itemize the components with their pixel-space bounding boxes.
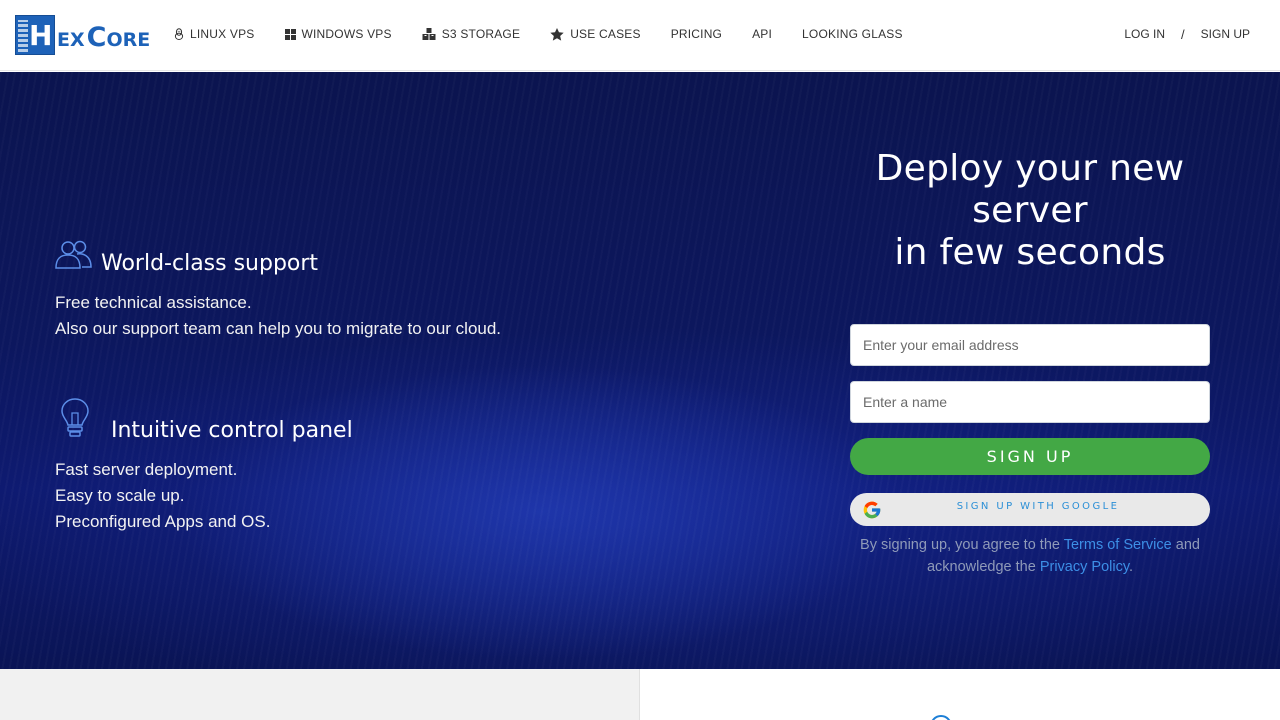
- feature-control-panel: Intuitive control panel Fast server depl…: [55, 397, 353, 535]
- logo-wordmark: EX C ORE: [57, 22, 151, 53]
- nav-label: LINUX VPS: [190, 27, 255, 41]
- users-icon: [55, 240, 93, 270]
- name-field[interactable]: [850, 381, 1210, 423]
- nav-label: API: [752, 27, 773, 41]
- terms-of-service-link[interactable]: Terms of Service: [1064, 537, 1172, 553]
- feature-title: Intuitive control panel: [111, 418, 353, 443]
- windows-icon: [284, 28, 296, 40]
- bottom-left-panel: [0, 669, 640, 720]
- feature-title: World-class support: [101, 251, 319, 276]
- nav-label: PRICING: [670, 27, 723, 41]
- logo-mark: H: [15, 15, 55, 55]
- feature-line: Free technical assistance.: [55, 293, 252, 312]
- nav-item-api[interactable]: API: [752, 27, 772, 41]
- bottom-section: [0, 669, 1280, 720]
- nav-item-use-cases[interactable]: USE CASES: [550, 27, 641, 41]
- signup-form: Deploy your new server in few seconds SI…: [850, 148, 1210, 575]
- auth-separator: /: [1181, 26, 1185, 42]
- nav-item-looking-glass[interactable]: LOOKING GLASS: [802, 27, 903, 41]
- google-signup-button[interactable]: SIGN UP WITH GOOGLE: [850, 493, 1210, 526]
- heading-line: Deploy your new: [875, 148, 1185, 189]
- heading-line: server: [972, 190, 1088, 231]
- terms-prefix: By signing up, you agree to the: [860, 537, 1060, 553]
- nav-item-windows-vps[interactable]: WINDOWS VPS: [284, 27, 392, 41]
- signup-link[interactable]: SIGN UP: [1201, 27, 1250, 41]
- google-button-label: SIGN UP WITH GOOGLE: [956, 501, 1120, 512]
- privacy-policy-link[interactable]: Privacy Policy: [1040, 559, 1129, 575]
- circle-icon: [930, 715, 952, 720]
- feature-support: World-class support Free technical assis…: [55, 240, 501, 342]
- linux-penguin-icon: [174, 28, 184, 40]
- feature-line: Easy to scale up.: [55, 486, 185, 505]
- nav-item-pricing[interactable]: PRICING: [671, 27, 722, 41]
- nav-label: LOOKING GLASS: [802, 27, 903, 41]
- storage-boxes-icon: [422, 28, 436, 40]
- main-nav: LINUX VPS WINDOWS VPS S3 STORAGE USE CAS…: [174, 0, 903, 68]
- signup-heading: Deploy your new server in few seconds: [850, 148, 1210, 274]
- signup-button[interactable]: SIGN UP: [850, 438, 1210, 475]
- email-field[interactable]: [850, 324, 1210, 366]
- heading-line: in few seconds: [894, 232, 1166, 273]
- nav-item-s3-storage[interactable]: S3 STORAGE: [422, 27, 520, 41]
- nav-label: S3 STORAGE: [441, 27, 521, 41]
- nav-label: WINDOWS VPS: [301, 27, 392, 41]
- feature-line: Also our support team can help you to mi…: [55, 319, 502, 338]
- hero-section: World-class support Free technical assis…: [0, 72, 1280, 669]
- bottom-right-panel: [640, 669, 1280, 720]
- auth-links: LOG IN / SIGN UP: [1124, 0, 1250, 68]
- hexcore-logo[interactable]: H EX C ORE: [15, 15, 150, 55]
- top-navbar: H EX C ORE LINUX VPS WINDOWS VPS S3 STORAG…: [0, 0, 1280, 71]
- lightbulb-icon: [55, 397, 95, 439]
- nav-item-linux-vps[interactable]: LINUX VPS: [174, 27, 255, 41]
- login-link[interactable]: LOG IN: [1124, 27, 1165, 41]
- terms-notice: By signing up, you agree to the Terms of…: [850, 534, 1210, 578]
- feature-line: Preconfigured Apps and OS.: [55, 512, 271, 531]
- nav-label: USE CASES: [570, 27, 641, 41]
- star-icon: [550, 27, 564, 41]
- terms-suffix: .: [1129, 559, 1134, 575]
- feature-line: Fast server deployment.: [55, 460, 238, 479]
